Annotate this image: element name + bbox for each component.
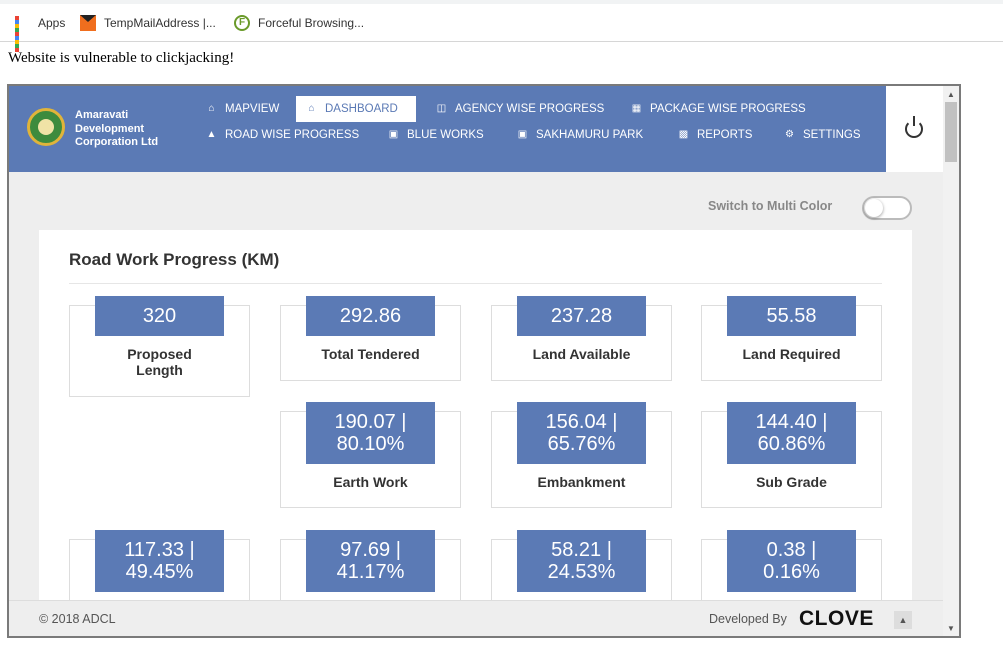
multi-color-toggle-label: Switch to Multi Color <box>708 199 833 213</box>
stat-percent: 49.45% <box>125 561 194 583</box>
stat-value: 97.69 | <box>340 539 401 561</box>
bookmark-apps[interactable]: Apps <box>14 14 66 52</box>
stat-value-badge: 156.04 | 65.76% <box>517 402 646 464</box>
stat-value-badge: 58.21 | 24.53% <box>517 530 646 592</box>
stat-label: Land Required <box>742 346 841 362</box>
apps-grid-icon <box>14 15 30 52</box>
nav-label: ROAD WISE PROGRESS <box>225 129 360 141</box>
mail-icon <box>80 15 96 31</box>
developed-by-text: Developed By <box>709 612 787 626</box>
brand-name: Amaravati Development Corporation Ltd <box>75 109 158 150</box>
nav-agency-wise-progress[interactable]: ◫ AGENCY WISE PROGRESS <box>426 96 614 122</box>
nav-label: DASHBOARD <box>325 103 398 115</box>
frame-scrollbar[interactable]: ▲ ▼ <box>943 86 959 636</box>
stat-label: Earth Work <box>333 474 408 490</box>
stat-value-badge: 117.33 | 49.45% <box>95 530 224 592</box>
bookmark-label: TempMailAddress |... <box>104 16 216 30</box>
toggle-knob <box>865 199 883 217</box>
bookmark-forceful-browsing[interactable]: F Forceful Browsing... <box>234 14 364 32</box>
scroll-top-button[interactable]: ▲ <box>894 611 912 629</box>
stat-label: Land Available <box>532 346 631 362</box>
nav-label: PACKAGE WISE PROGRESS <box>650 103 806 115</box>
stat-percent: 80.10% <box>336 433 405 455</box>
stat-value: 144.40 | <box>755 411 828 433</box>
home-icon: ⌂ <box>208 103 215 114</box>
site-footer: © 2018 ADCL Developed By CLOVE ▲ <box>9 600 943 636</box>
nav-label: AGENCY WISE PROGRESS <box>455 103 605 115</box>
stat-value-badge: 320 <box>95 296 224 336</box>
divider <box>69 283 882 284</box>
extension-icon: F <box>234 15 250 31</box>
image-icon: ▣ <box>388 129 399 140</box>
stat-value: 58.21 | <box>551 539 612 561</box>
multi-color-toggle[interactable] <box>862 196 912 220</box>
scrollbar-thumb[interactable] <box>945 102 957 162</box>
nav-dashboard[interactable]: ⌂ DASHBOARD <box>296 96 416 122</box>
nav-label: BLUE WORKS <box>407 129 484 141</box>
power-icon[interactable] <box>905 116 923 138</box>
stat-label: Embankment <box>537 474 626 490</box>
nav-package-wise-progress[interactable]: ▦ PACKAGE WISE PROGRESS <box>621 96 816 122</box>
stat-value: 156.04 | <box>545 411 618 433</box>
stat-label-line: Length <box>136 362 183 378</box>
road-work-progress-card: Road Work Progress (KM) Proposed Length … <box>39 230 912 619</box>
clove-logo[interactable]: CLOVE <box>799 607 874 631</box>
gear-icon: ⚙ <box>785 129 794 140</box>
browser-top-strip <box>0 0 1003 4</box>
stat-percent: 60.86% <box>757 433 826 455</box>
stat-value-badge: 97.69 | 41.17% <box>306 530 435 592</box>
nav-road-wise-progress[interactable]: ▲ ROAD WISE PROGRESS <box>196 122 369 148</box>
brand-line: Corporation Ltd <box>75 136 159 148</box>
site-header: Amaravati Development Corporation Ltd ⌂ M… <box>9 86 943 172</box>
stat-percent: 0.16% <box>763 561 820 583</box>
stat-percent: 24.53% <box>547 561 616 583</box>
stat-value-badge: 237.28 <box>517 296 646 336</box>
adcl-logo[interactable] <box>27 108 65 146</box>
stat-value-badge: 55.58 <box>727 296 856 336</box>
vulnerability-message: Website is vulnerable to clickjacking! <box>8 50 235 66</box>
road-icon: ▲ <box>206 129 217 140</box>
stat-value: 117.33 | <box>124 539 195 561</box>
nav-label: SAKHAMURU PARK <box>536 129 644 141</box>
stat-label-line: Proposed <box>127 346 192 362</box>
home-icon: ⌂ <box>308 103 315 114</box>
stat-value: 190.07 | <box>334 411 407 433</box>
bookmark-tempmail[interactable]: TempMailAddress |... <box>80 14 216 32</box>
stat-value-badge: 190.07 | 80.10% <box>306 402 435 464</box>
stat-label: Sub Grade <box>756 474 827 490</box>
stat-value-badge: 292.86 <box>306 296 435 336</box>
stat-value: 0.38 | <box>766 539 817 561</box>
image-icon: ▣ <box>517 129 528 140</box>
bar-chart-icon: ▩ <box>678 129 689 140</box>
nav-sakhamuru-park[interactable]: ▣ SAKHAMURU PARK <box>507 122 653 148</box>
stat-value-badge: 0.38 | 0.16% <box>727 530 856 592</box>
stat-value-badge: 144.40 | 60.86% <box>727 402 856 464</box>
nav-reports[interactable]: ▩ REPORTS <box>668 122 762 148</box>
logout-area <box>886 86 943 172</box>
scroll-down-arrow-icon[interactable]: ▼ <box>943 622 959 636</box>
bookmarks-bar: Apps TempMailAddress |... F Forceful Bro… <box>0 0 1003 52</box>
nav-settings[interactable]: ⚙ SETTINGS <box>774 122 871 148</box>
columns-icon: ◫ <box>436 103 447 114</box>
grid-icon: ▦ <box>631 103 642 114</box>
card-title: Road Work Progress (KM) <box>69 250 280 269</box>
stat-label: Total Tendered <box>321 346 420 362</box>
brand-line: Amaravati <box>75 109 129 121</box>
nav-blue-works[interactable]: ▣ BLUE WORKS <box>378 122 494 148</box>
brand-line: Development <box>75 122 145 135</box>
nav-label: REPORTS <box>697 129 753 141</box>
stat-percent: 41.17% <box>336 561 405 583</box>
bookmark-label: Apps <box>38 16 66 30</box>
stat-label: Proposed Length <box>70 346 249 378</box>
bookmark-label: Forceful Browsing... <box>258 16 365 30</box>
nav-label: MAPVIEW <box>225 103 280 115</box>
copyright-text: © 2018 ADCL <box>39 612 116 626</box>
scroll-up-arrow-icon[interactable]: ▲ <box>943 88 959 102</box>
stat-percent: 65.76% <box>547 433 616 455</box>
nav-label: SETTINGS <box>803 129 861 141</box>
embedded-iframe: Amaravati Development Corporation Ltd ⌂ M… <box>7 84 961 638</box>
nav-mapview[interactable]: ⌂ MAPVIEW <box>196 96 289 122</box>
